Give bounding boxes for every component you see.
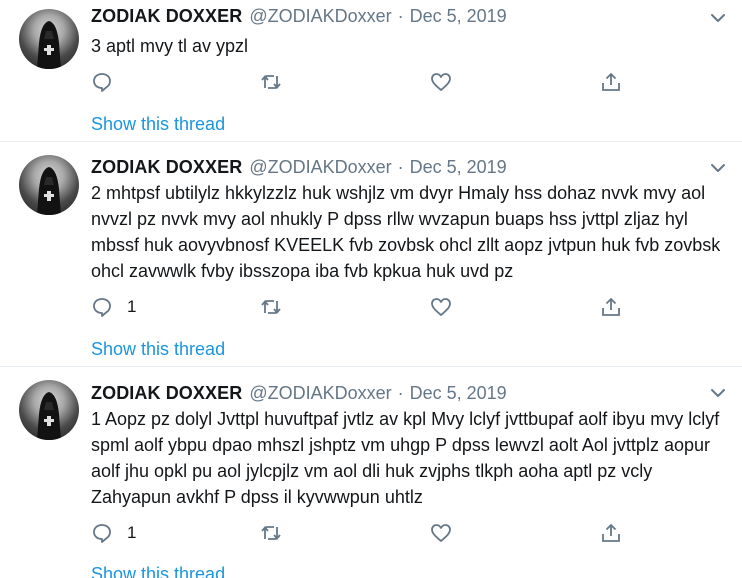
- chevron-down-icon[interactable]: [709, 9, 727, 27]
- tweet-header: ZODIAK DOXXER @ZODIAKDoxxer · Dec 5, 201…: [91, 6, 507, 30]
- tweet-header: ZODIAK DOXXER @ZODIAKDoxxer · Dec 5, 201…: [91, 157, 507, 181]
- reply-icon: [93, 73, 111, 92]
- heart-icon: [431, 298, 451, 316]
- tweet-text: 1 Aopz pz dolyl Jvttpl huvuftpaf jvtlz a…: [91, 409, 720, 507]
- heart-icon: [431, 73, 451, 91]
- retweet-icon: [261, 75, 281, 89]
- chevron-down-icon[interactable]: [709, 384, 727, 402]
- tweet-card[interactable]: ZODIAK DOXXER @ZODIAKDoxxer · Dec 5, 201…: [0, 0, 742, 141]
- tweet-date[interactable]: Dec 5, 2019: [410, 6, 507, 27]
- retweet-button[interactable]: [260, 521, 282, 545]
- display-name[interactable]: ZODIAK DOXXER: [91, 157, 242, 178]
- retweet-button[interactable]: [260, 70, 282, 94]
- reply-count: 1: [127, 523, 137, 542]
- retweet-icon: [261, 526, 281, 540]
- hooded-figure-icon: [37, 21, 61, 69]
- reply-button[interactable]: 1: [91, 295, 136, 319]
- tweet-text: 2 mhtpsf ubtilylz hkkylzzlz huk wshjlz v…: [91, 183, 721, 281]
- avatar[interactable]: [19, 380, 79, 440]
- chevron-down-icon[interactable]: [709, 159, 727, 177]
- user-handle[interactable]: @ZODIAKDoxxer: [249, 6, 391, 27]
- avatar[interactable]: [19, 155, 79, 215]
- share-icon: [602, 298, 620, 316]
- display-name[interactable]: ZODIAK DOXXER: [91, 383, 242, 404]
- avatar[interactable]: [19, 9, 79, 69]
- separator-dot: ·: [397, 157, 404, 177]
- tweet-card[interactable]: ZODIAK DOXXER @ZODIAKDoxxer · Dec 5, 201…: [0, 142, 742, 366]
- like-button[interactable]: [430, 521, 452, 545]
- reply-icon: [93, 524, 111, 543]
- reply-button[interactable]: 1: [91, 521, 136, 545]
- share-button[interactable]: [600, 70, 622, 94]
- show-thread-link[interactable]: Show this thread: [91, 339, 225, 360]
- hooded-figure-icon: [37, 392, 61, 440]
- reply-button[interactable]: [91, 70, 113, 94]
- share-icon: [602, 524, 620, 542]
- show-thread-link[interactable]: Show this thread: [91, 564, 225, 578]
- retweet-icon: [261, 300, 281, 314]
- share-icon: [602, 73, 620, 91]
- user-handle[interactable]: @ZODIAKDoxxer: [249, 383, 391, 404]
- retweet-button[interactable]: [260, 295, 282, 319]
- tweet-date[interactable]: Dec 5, 2019: [410, 383, 507, 404]
- reply-count: 1: [127, 297, 137, 316]
- like-button[interactable]: [430, 295, 452, 319]
- hooded-figure-icon: [37, 167, 61, 215]
- tweet-date[interactable]: Dec 5, 2019: [410, 157, 507, 178]
- heart-icon: [431, 524, 451, 542]
- show-thread-link[interactable]: Show this thread: [91, 114, 225, 135]
- separator-dot: ·: [397, 6, 404, 26]
- like-button[interactable]: [430, 70, 452, 94]
- share-button[interactable]: [600, 295, 622, 319]
- tweet-header: ZODIAK DOXXER @ZODIAKDoxxer · Dec 5, 201…: [91, 383, 507, 407]
- tweet-card[interactable]: ZODIAK DOXXER @ZODIAKDoxxer · Dec 5, 201…: [0, 367, 742, 578]
- reply-icon: [93, 298, 111, 317]
- share-button[interactable]: [600, 521, 622, 545]
- display-name[interactable]: ZODIAK DOXXER: [91, 6, 242, 27]
- separator-dot: ·: [397, 383, 404, 403]
- tweet-text: 3 aptl mvy tl av ypzl: [91, 36, 249, 56]
- user-handle[interactable]: @ZODIAKDoxxer: [249, 157, 391, 178]
